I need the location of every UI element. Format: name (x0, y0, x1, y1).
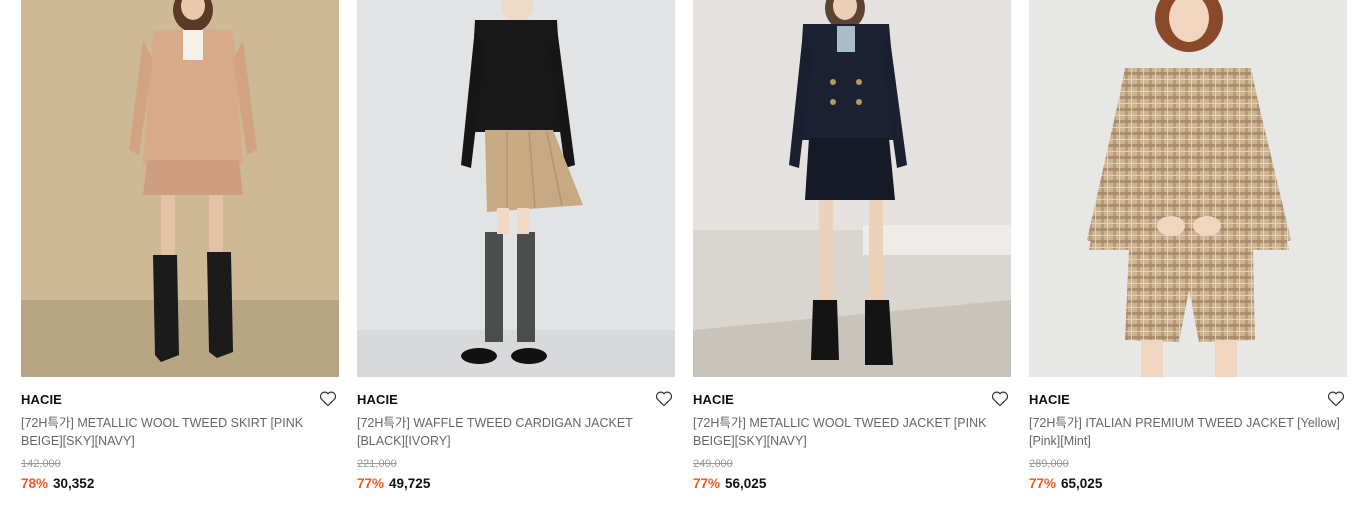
product-image[interactable] (1029, 0, 1347, 377)
heart-outline-icon[interactable] (1327, 390, 1345, 407)
discount-rate: 78% (21, 476, 49, 491)
sale-price: 56,025 (725, 476, 767, 491)
brand-name[interactable]: HACIE (1029, 392, 1289, 408)
sale-price: 49,725 (389, 476, 431, 491)
product-info: HACIE [72H특가] ITALIAN PREMIUM TWEED JACK… (1029, 377, 1347, 492)
product-image[interactable] (357, 0, 675, 377)
product-info: HACIE [72H특가] WAFFLE TWEED CARDIGAN JACK… (357, 377, 675, 492)
product-photo-model-tweed-skirt (21, 0, 339, 377)
sale-price: 30,352 (53, 476, 95, 491)
product-title[interactable]: [72H특가] METALLIC WOOL TWEED SKIRT [PINK … (21, 414, 339, 450)
original-price: 249,000 (693, 458, 733, 470)
discount-rate: 77% (357, 476, 385, 491)
brand-name[interactable]: HACIE (693, 392, 953, 408)
original-price: 142,000 (21, 458, 61, 470)
heart-outline-icon[interactable] (319, 390, 337, 407)
product-title[interactable]: [72H특가] WAFFLE TWEED CARDIGAN JACKET [BL… (357, 414, 675, 450)
product-card[interactable]: HACIE [72H특가] ITALIAN PREMIUM TWEED JACK… (1029, 0, 1347, 492)
product-photo-model-tweed-jacket (693, 0, 1011, 377)
price-row: 77% 56,025 (693, 475, 1011, 492)
product-card[interactable]: HACIE [72H특가] METALLIC WOOL TWEED JACKET… (693, 0, 1011, 492)
heart-outline-icon[interactable] (655, 390, 673, 407)
product-title[interactable]: [72H특가] ITALIAN PREMIUM TWEED JACKET [Ye… (1029, 414, 1347, 450)
price-row: 77% 65,025 (1029, 475, 1347, 492)
heart-outline-icon[interactable] (991, 390, 1009, 407)
product-image[interactable] (21, 0, 339, 377)
product-info: HACIE [72H특가] METALLIC WOOL TWEED SKIRT … (21, 377, 339, 492)
brand-name[interactable]: HACIE (357, 392, 617, 408)
original-price: 221,000 (357, 458, 397, 470)
discount-rate: 77% (693, 476, 721, 491)
product-card[interactable]: HACIE [72H특가] WAFFLE TWEED CARDIGAN JACK… (357, 0, 675, 492)
sale-price: 65,025 (1061, 476, 1103, 491)
product-card[interactable]: HACIE [72H특가] METALLIC WOOL TWEED SKIRT … (21, 0, 339, 492)
price-row: 77% 49,725 (357, 475, 675, 492)
discount-rate: 77% (1029, 476, 1057, 491)
product-photo-model-premium-tweed-jacket (1029, 0, 1347, 377)
price-row: 78% 30,352 (21, 475, 339, 492)
product-image[interactable] (693, 0, 1011, 377)
brand-name[interactable]: HACIE (21, 392, 281, 408)
product-photo-model-cardigan-jacket (357, 0, 675, 377)
product-info: HACIE [72H특가] METALLIC WOOL TWEED JACKET… (693, 377, 1011, 492)
original-price: 289,000 (1029, 458, 1069, 470)
product-title[interactable]: [72H특가] METALLIC WOOL TWEED JACKET [PINK… (693, 414, 1011, 450)
product-grid: HACIE [72H특가] METALLIC WOOL TWEED SKIRT … (0, 0, 1356, 505)
